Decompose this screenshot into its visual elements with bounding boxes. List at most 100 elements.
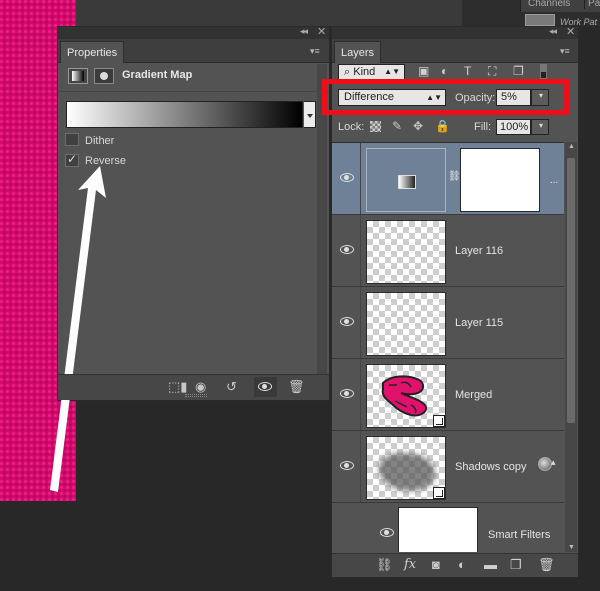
properties-tab-row: Properties ▾≡ [58, 39, 329, 63]
view-previous-icon[interactable]: ◉ [195, 379, 206, 395]
collapse-icon[interactable]: ◂◂ [549, 26, 557, 37]
adjustment-filter-icon[interactable]: ◐ [441, 64, 448, 78]
annotation-arrow-icon [50, 166, 106, 492]
layers-list[interactable]: ⛓ ... Layer 116 Layer 115 Merged Shadows… [332, 142, 564, 552]
chevron-down-icon: ▲▼ [384, 67, 400, 76]
workspace-top [76, 0, 462, 26]
tab-layers[interactable]: Layers [334, 41, 382, 63]
dither-checkbox[interactable] [65, 133, 79, 146]
tab-paths[interactable]: Pat [584, 0, 600, 9]
layer-name[interactable]: Layer 115 [455, 317, 503, 329]
layer-name[interactable]: Smart Filters [488, 529, 550, 541]
adjustment-title: Gradient Map [122, 69, 193, 81]
trash-icon[interactable]: 🗑 [538, 557, 555, 573]
scroll-thumb[interactable] [567, 158, 575, 423]
scroll-up-icon[interactable]: ▲ [568, 143, 575, 150]
layer-row[interactable]: Merged [332, 359, 564, 431]
panel-title-bar[interactable]: ◂◂ ✕ [332, 25, 578, 39]
eye-icon[interactable] [340, 245, 354, 254]
layer-name[interactable]: Shadows copy [455, 461, 527, 473]
layers-scrollbar[interactable]: ▲ ▼ [565, 142, 577, 552]
divider [58, 91, 329, 92]
tab-properties[interactable]: Properties [60, 41, 125, 63]
eye-icon[interactable] [340, 173, 354, 182]
gradient-map-icon[interactable] [68, 68, 88, 84]
mask-icon[interactable]: ◙ [432, 557, 440, 572]
lock-transparency-icon[interactable] [370, 121, 381, 132]
layer-row[interactable]: Layer 115 [332, 287, 564, 359]
eye-icon [258, 382, 272, 391]
layer-thumbnail[interactable] [366, 364, 446, 428]
panel-menu-icon[interactable]: ▾≡ [310, 46, 320, 57]
fill-slider-button[interactable]: ▾ [531, 119, 549, 135]
properties-panel: ◂◂ ✕ Properties ▾≡ Gradient Map Dither ✓… [50, 25, 330, 492]
layer-thumbnail[interactable] [366, 220, 446, 284]
tab-channels[interactable]: Channels [528, 0, 570, 9]
folder-icon[interactable]: ▬ [484, 557, 497, 572]
divider [360, 143, 361, 214]
layer-thumbnail[interactable] [366, 148, 446, 212]
divider [360, 287, 361, 358]
fill-label: Fill: [474, 121, 492, 133]
panel-menu-icon[interactable]: ▾≡ [560, 46, 570, 57]
layer-row-gradient-map[interactable]: ⛓ ... [332, 143, 564, 215]
properties-footer: ⬚▮ ◉ ↺ 🗑 [58, 374, 329, 400]
highlight-box [322, 79, 569, 115]
visibility-toggle[interactable] [254, 377, 277, 397]
expand-arrow-icon[interactable]: ▴ [551, 457, 556, 468]
close-icon[interactable]: ✕ [317, 25, 326, 38]
shape-filter-icon[interactable]: ⛶ [488, 64, 496, 79]
search-icon: ⌕ [344, 66, 351, 78]
type-filter-icon[interactable]: T [464, 64, 471, 78]
eye-icon[interactable] [340, 389, 354, 398]
layer-thumbnail[interactable] [366, 292, 446, 356]
reset-icon[interactable]: ↺ [226, 379, 237, 395]
eye-icon[interactable] [380, 528, 394, 537]
smart-filter-mask-thumbnail[interactable] [398, 507, 478, 552]
smart-object-badge-icon [433, 415, 445, 427]
chevron-down-icon: ▾ [538, 121, 543, 130]
scroll-down-icon[interactable]: ▼ [568, 544, 575, 551]
lock-all-icon[interactable]: 🔒 [435, 119, 450, 133]
resize-grip[interactable] [185, 394, 207, 397]
mask-thumbnail[interactable] [460, 148, 540, 212]
divider [360, 359, 361, 430]
clip-to-layer-icon[interactable]: ⬚▮ [168, 379, 187, 395]
layer-name[interactable]: Layer 116 [455, 245, 503, 257]
layer-row[interactable]: Shadows copy ▴ [332, 431, 564, 503]
panel-title-bar[interactable]: ◂◂ ✕ [58, 25, 329, 39]
eye-icon[interactable] [340, 461, 354, 470]
lock-brush-icon[interactable]: ✎ [392, 119, 402, 133]
chain-link-icon[interactable]: ⛓ [448, 171, 461, 182]
lock-move-icon[interactable]: ✥ [413, 119, 423, 133]
divider [360, 431, 361, 502]
layer-thumbnail[interactable] [366, 436, 446, 500]
gradient-picker[interactable] [66, 101, 303, 128]
smart-object-filter-icon[interactable]: ❐ [513, 64, 524, 78]
layer-mask-icon[interactable] [94, 68, 114, 84]
new-layer-icon[interactable]: ❐ [510, 557, 522, 573]
dither-label: Dither [85, 135, 115, 147]
trash-icon[interactable]: 🗑 [288, 379, 305, 395]
collapse-icon[interactable]: ◂◂ [300, 26, 308, 37]
lock-label: Lock: [338, 121, 365, 133]
layer-name-truncated[interactable]: ... [550, 175, 558, 186]
eye-icon[interactable] [340, 317, 354, 326]
filter-toggle[interactable] [540, 64, 547, 79]
layer-row[interactable]: Layer 116 [332, 215, 564, 287]
work-path-thumbnail[interactable] [525, 14, 555, 26]
gradient-dropdown-button[interactable] [304, 101, 316, 128]
smart-filters-row[interactable]: Smart Filters [332, 503, 564, 552]
close-icon[interactable]: ✕ [566, 25, 575, 38]
link-icon[interactable]: ⛓ [376, 557, 393, 573]
pixel-filter-icon[interactable]: ▣ [418, 64, 429, 78]
filter-effects-icon[interactable] [538, 457, 552, 471]
adjustment-icon[interactable]: ◐ [458, 557, 466, 572]
channels-paths-tabs: Channels Pat [520, 0, 600, 12]
fill-input[interactable]: 100% [496, 119, 531, 135]
filter-kind-select[interactable]: ⌕ Kind ▲▼ [338, 64, 405, 80]
fx-icon[interactable]: fx [404, 557, 416, 572]
layers-footer: ⛓ fx ◙ ◐ ▬ ❐ 🗑 [332, 553, 578, 577]
layer-name[interactable]: Merged [455, 389, 492, 401]
smart-object-badge-icon [433, 487, 445, 499]
